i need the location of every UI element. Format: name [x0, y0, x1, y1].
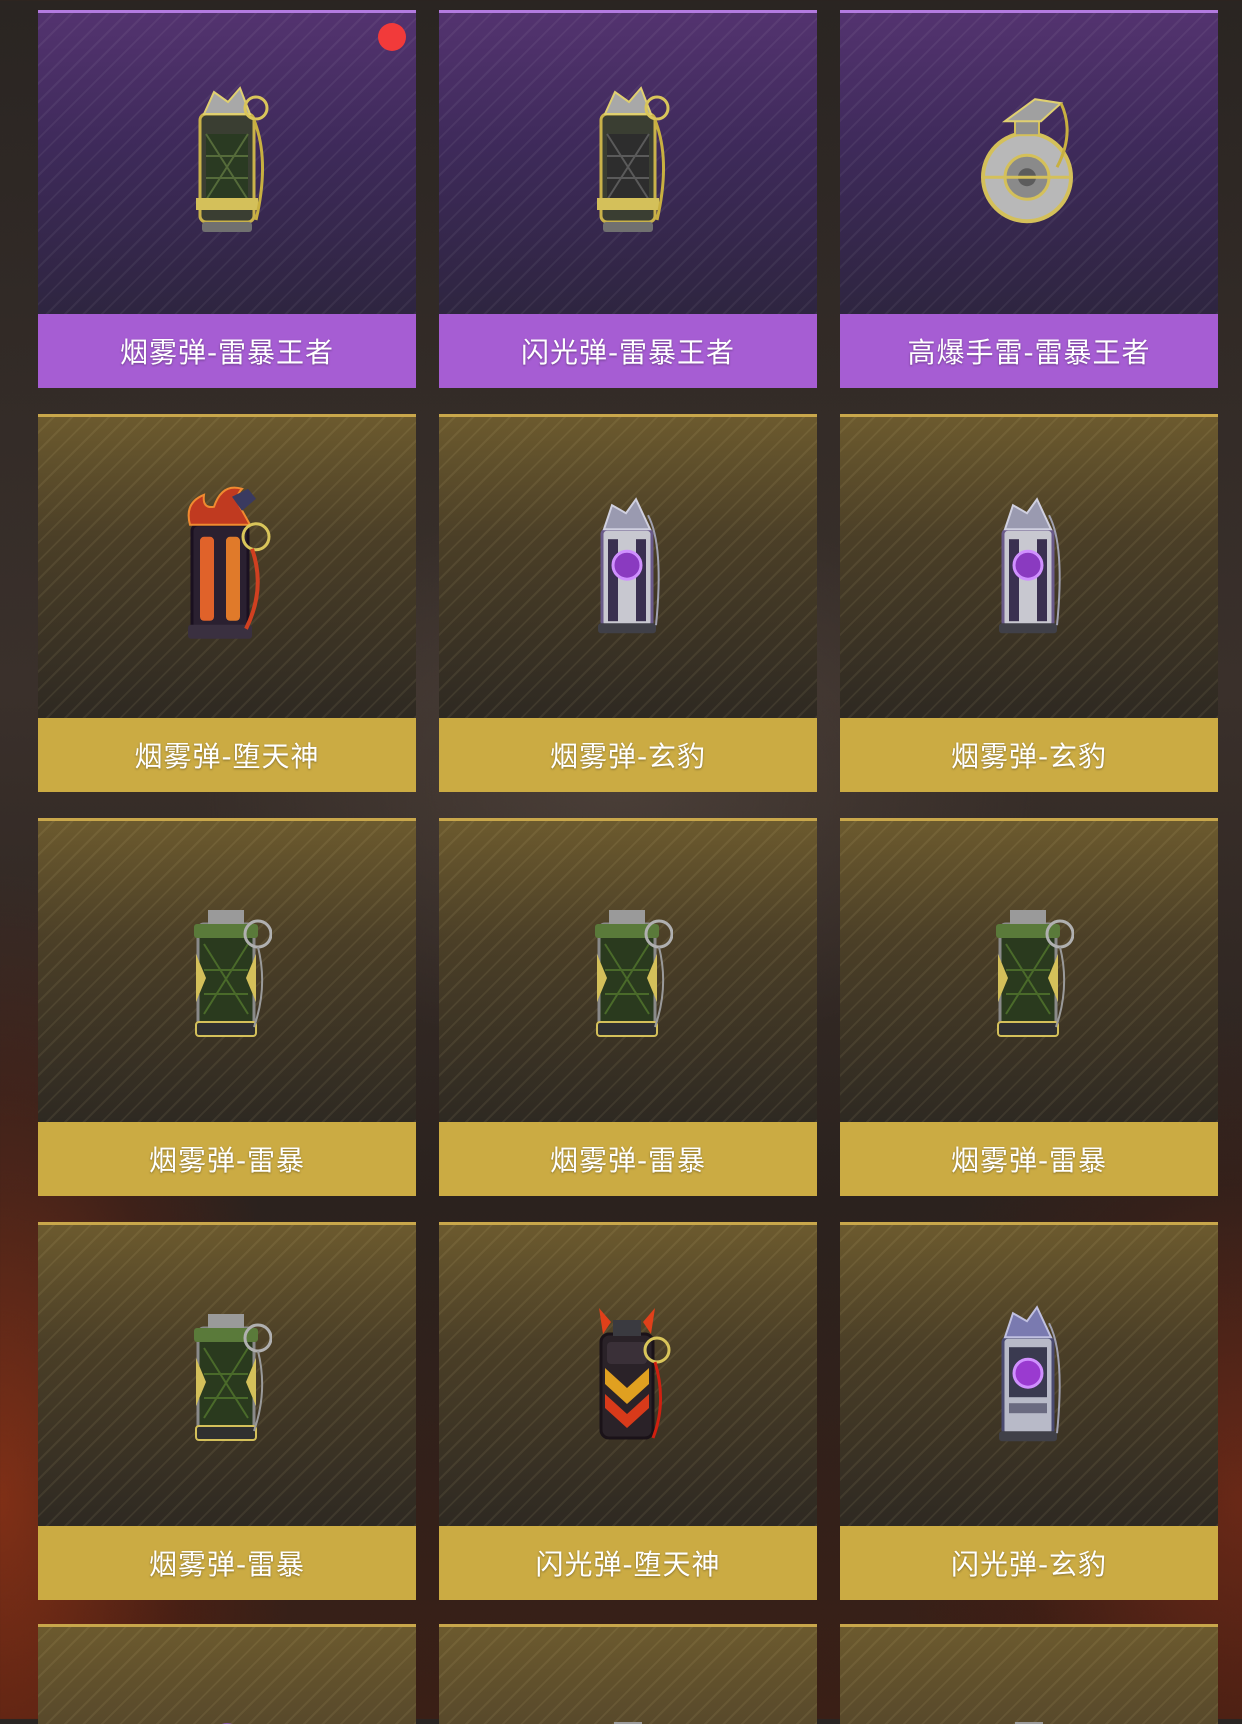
- item-card[interactable]: 闪光弹-雷暴王者: [439, 10, 817, 388]
- item-card-partial[interactable]: [439, 1624, 817, 1724]
- item-card[interactable]: 烟雾弹-雷暴王者: [38, 10, 416, 388]
- item-card[interactable]: 烟雾弹-雷暴: [840, 818, 1218, 1196]
- item-art: [840, 10, 1218, 314]
- item-label: 烟雾弹-玄豹: [840, 718, 1218, 792]
- he-grenade-icon: [981, 97, 1073, 223]
- item-label: 烟雾弹-雷暴: [439, 1122, 817, 1196]
- flash-grenade-icon: [599, 1307, 671, 1439]
- item-card[interactable]: 烟雾弹-雷暴: [38, 1222, 416, 1600]
- item-art: [38, 1222, 416, 1526]
- item-card-partial[interactable]: [38, 1624, 416, 1724]
- smoke-grenade-icon: [999, 496, 1061, 633]
- item-card[interactable]: 烟雾弹-玄豹: [840, 414, 1218, 792]
- item-art: [439, 10, 817, 314]
- item-label: 烟雾弹-雷暴: [38, 1122, 416, 1196]
- item-art: [439, 1222, 817, 1526]
- item-art: [439, 414, 817, 718]
- item-card[interactable]: 烟雾弹-堕天神: [38, 414, 416, 792]
- item-art: [840, 414, 1218, 718]
- item-card[interactable]: 烟雾弹-雷暴: [439, 818, 817, 1196]
- item-card[interactable]: 烟雾弹-雷暴: [38, 818, 416, 1196]
- grenade-icon: [1015, 1722, 1043, 1724]
- smoke-grenade-icon: [196, 85, 269, 232]
- item-label: 闪光弹-玄豹: [840, 1526, 1218, 1600]
- item-label: 烟雾弹-雷暴王者: [38, 314, 416, 388]
- smoke-grenade-icon: [598, 496, 660, 633]
- partial-item-row: [38, 1624, 1218, 1724]
- smoke-grenade-icon: [194, 1313, 272, 1441]
- flash-grenade-icon: [999, 1304, 1061, 1441]
- item-art: [38, 10, 416, 314]
- item-card[interactable]: 高爆手雷-雷暴王者: [840, 10, 1218, 388]
- item-art: [38, 818, 416, 1122]
- item-card[interactable]: 烟雾弹-玄豹: [439, 414, 817, 792]
- item-label: 闪光弹-雷暴王者: [439, 314, 817, 388]
- item-label: 高爆手雷-雷暴王者: [840, 314, 1218, 388]
- flash-grenade-icon: [597, 85, 670, 232]
- item-label: 烟雾弹-雷暴: [38, 1526, 416, 1600]
- new-item-badge: [378, 23, 406, 51]
- grenade-icon: [614, 1722, 642, 1724]
- smoke-grenade-icon: [996, 909, 1074, 1037]
- item-art: [840, 818, 1218, 1122]
- item-label: 闪光弹-堕天神: [439, 1526, 817, 1600]
- item-label: 烟雾弹-堕天神: [38, 718, 416, 792]
- item-card-partial[interactable]: [840, 1624, 1218, 1724]
- item-card[interactable]: 闪光弹-玄豹: [840, 1222, 1218, 1600]
- item-grid: 烟雾弹-雷暴王者 闪光弹-雷暴王者 高爆手雷-雷暴王者 烟雾弹-堕天神 烟雾弹-…: [38, 10, 1218, 1600]
- smoke-grenade-icon: [595, 909, 673, 1037]
- grenade-icon: [221, 1723, 233, 1724]
- item-art: [439, 818, 817, 1122]
- item-card[interactable]: 闪光弹-堕天神: [439, 1222, 817, 1600]
- item-label: 烟雾弹-雷暴: [840, 1122, 1218, 1196]
- item-art: [38, 414, 416, 718]
- item-label: 烟雾弹-玄豹: [439, 718, 817, 792]
- smoke-grenade-icon: [194, 909, 272, 1037]
- smoke-grenade-icon: [187, 486, 271, 639]
- item-art: [840, 1222, 1218, 1526]
